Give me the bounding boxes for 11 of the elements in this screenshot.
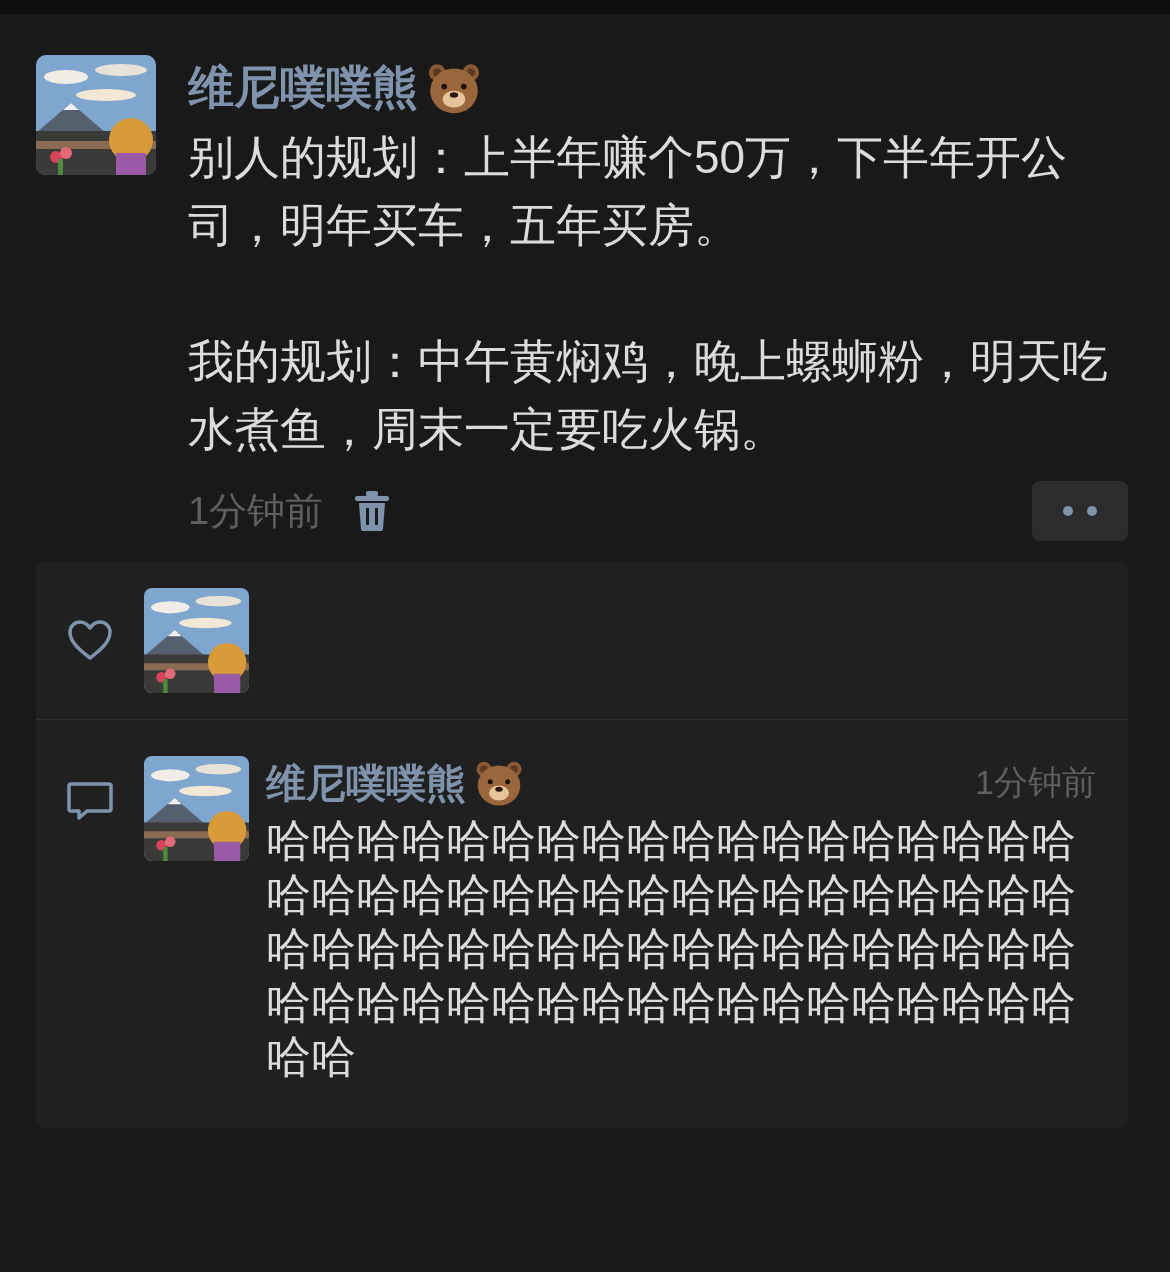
author-name[interactable]: 维尼噗噗熊 — [188, 57, 418, 119]
comment-icon[interactable] — [67, 781, 113, 821]
post-time: 1分钟前 — [188, 488, 324, 534]
post-text: 别人的规划：上半年赚个50万，下半年开公司，明年买车，五年买房。 — [188, 130, 1069, 253]
heart-icon[interactable] — [67, 619, 113, 661]
commenter-name[interactable]: 维尼噗噗熊 — [266, 755, 466, 811]
post-text: 我的规划：中午黄焖鸡，晚上螺蛳粉，明天吃水煮鱼，周末一定要吃火锅。 — [188, 334, 1109, 457]
more-button[interactable] — [1032, 481, 1128, 541]
comment-text: 哈哈哈哈哈哈哈哈哈哈哈哈哈哈哈哈哈哈哈哈哈哈哈哈哈哈哈哈哈哈哈哈哈哈哈哈哈哈哈哈哈哈哈哈哈哈哈哈哈哈哈哈哈哈哈哈哈哈哈哈哈哈哈哈哈哈哈哈哈哈哈哈哈哈 — [266, 814, 1077, 1084]
delete-icon[interactable] — [355, 491, 390, 531]
comment-time: 1分钟前 — [975, 763, 1096, 801]
